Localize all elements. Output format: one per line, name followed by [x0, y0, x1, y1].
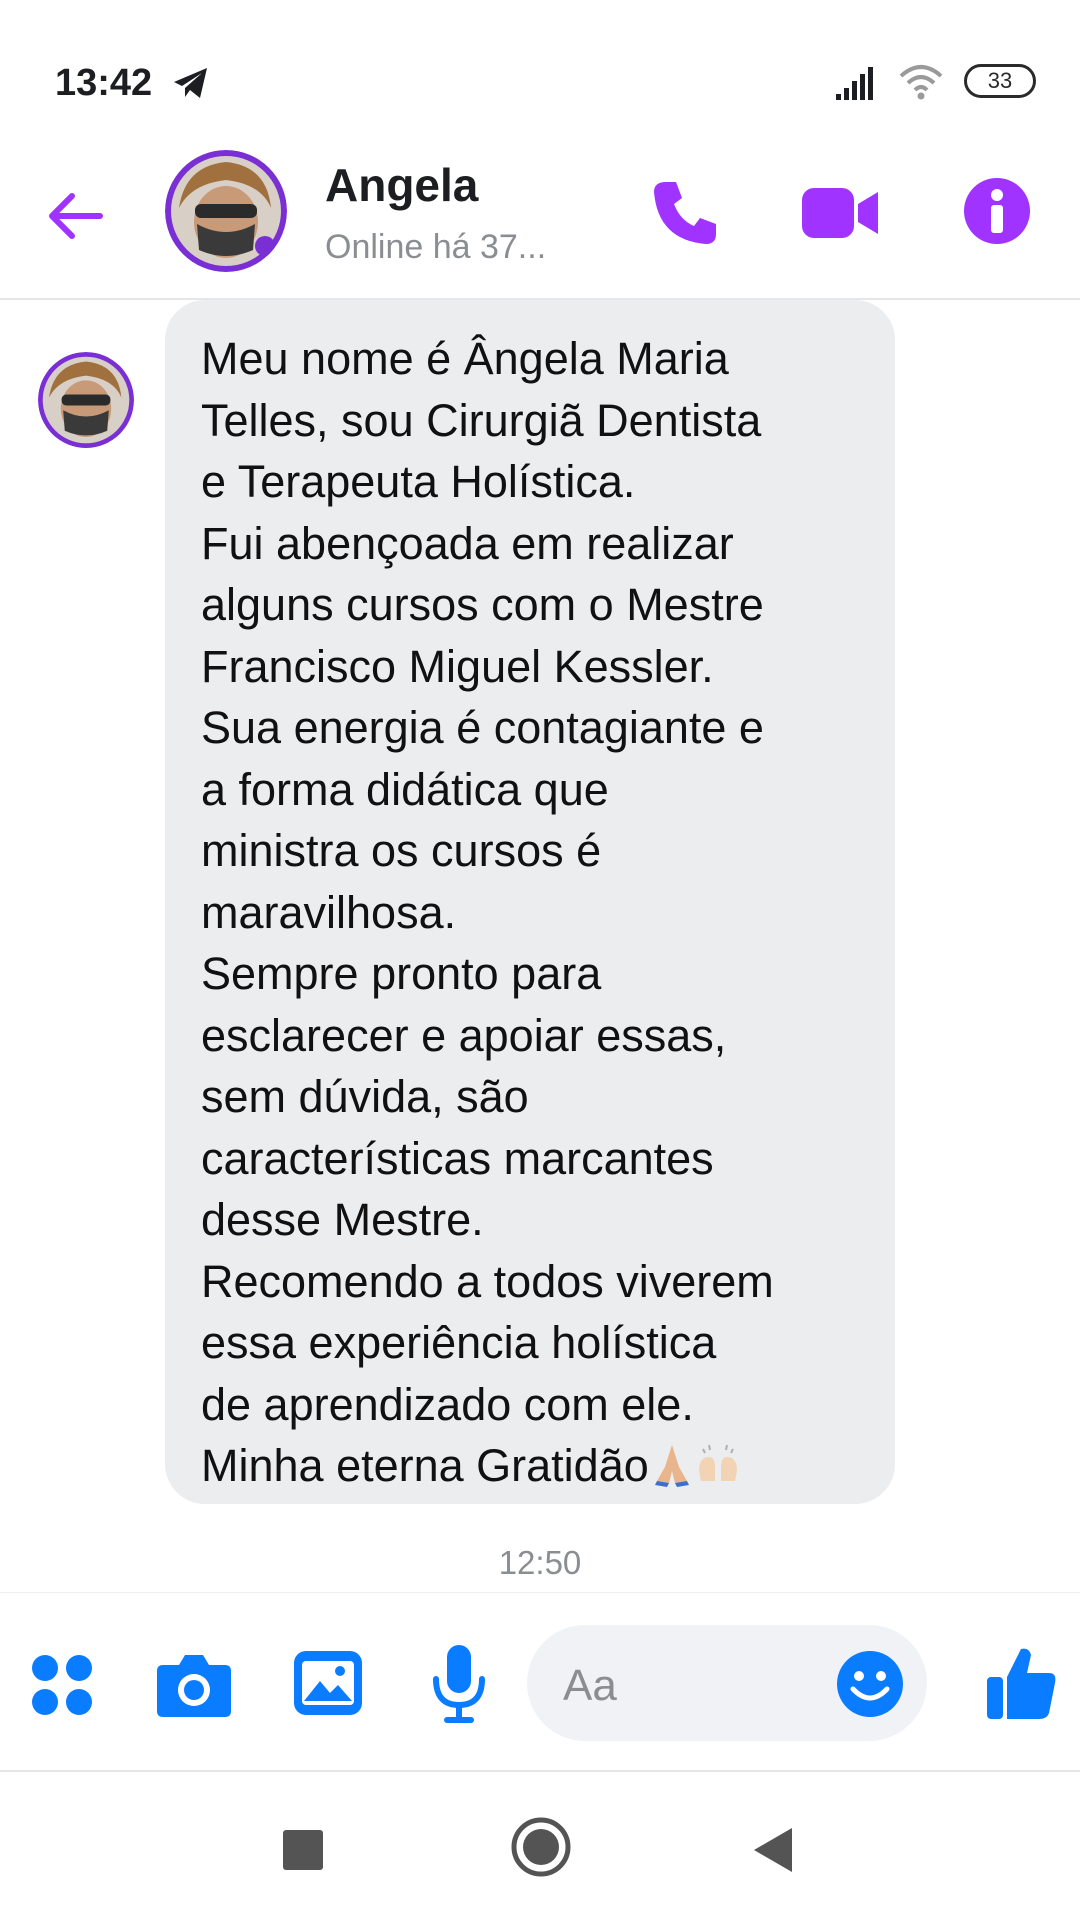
- message-input[interactable]: Aa: [527, 1625, 927, 1741]
- recents-square-icon[interactable]: [283, 1830, 323, 1870]
- image-icon[interactable]: [292, 1649, 364, 1717]
- messenger-chat-screen: 13:42 33 Angela Online há 37... Meu nome…: [0, 0, 1080, 1920]
- chat-header: Angela Online há 37...: [0, 140, 1080, 300]
- avatar-image: [165, 150, 287, 272]
- system-nav-bar: [0, 1770, 1080, 1920]
- telegram-icon: [174, 68, 207, 98]
- microphone-icon[interactable]: [430, 1643, 488, 1725]
- thumbs-up-icon[interactable]: [985, 1643, 1057, 1721]
- raising-hands-icon: [698, 1444, 737, 1481]
- smiley-icon[interactable]: [835, 1649, 905, 1719]
- battery-level: 33: [987, 68, 1013, 93]
- wifi-icon: [899, 65, 943, 100]
- message-body: Meu nome é Ângela Maria Telles, sou Ciru…: [201, 333, 774, 1491]
- avatar[interactable]: [165, 150, 287, 272]
- status-time: 13:42: [55, 62, 153, 104]
- contact-status: Online há 37...: [325, 228, 547, 266]
- message-avatar[interactable]: [38, 352, 134, 448]
- home-circle-icon[interactable]: [510, 1816, 572, 1878]
- message-text: Meu nome é Ângela Maria Telles, sou Ciru…: [201, 328, 881, 1497]
- contact-name[interactable]: Angela: [325, 158, 478, 212]
- folded-hands-icon: [654, 1445, 689, 1487]
- battery-icon: 33: [964, 64, 1036, 98]
- back-arrow-icon[interactable]: [42, 182, 110, 250]
- video-camera-icon[interactable]: [800, 180, 880, 246]
- message-input-placeholder: Aa: [563, 1661, 617, 1710]
- signal-icon: [836, 67, 873, 100]
- back-triangle-icon[interactable]: [752, 1826, 794, 1874]
- message-bubble[interactable]: Meu nome é Ângela Maria Telles, sou Ciru…: [165, 300, 895, 1504]
- camera-icon[interactable]: [155, 1649, 233, 1719]
- phone-icon[interactable]: [648, 176, 722, 250]
- avatar-image: [38, 352, 134, 448]
- message-timestamp: 12:50: [498, 1544, 582, 1581]
- status-bar: 13:42 33: [0, 0, 1080, 140]
- info-icon[interactable]: [962, 176, 1032, 246]
- apps-grid-icon[interactable]: [28, 1651, 96, 1719]
- composer-bar: Aa: [0, 1592, 1080, 1771]
